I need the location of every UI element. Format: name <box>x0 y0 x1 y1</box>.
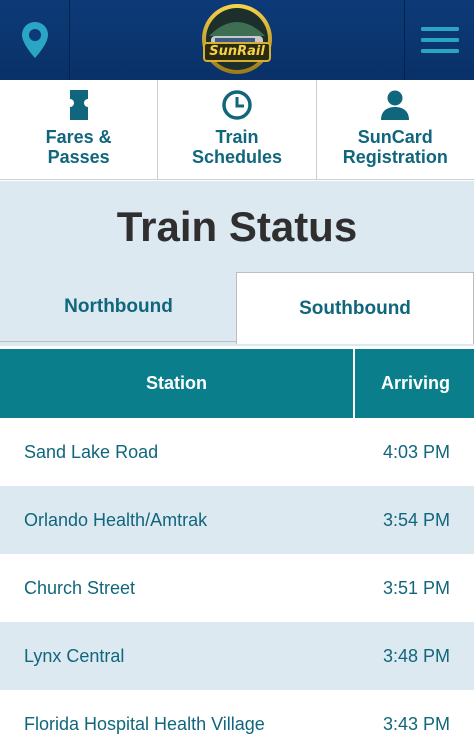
arrival-time: 3:43 PM <box>382 713 450 734</box>
column-header-station: Station <box>0 349 355 418</box>
menu-button[interactable] <box>404 0 474 80</box>
location-pin-icon <box>21 22 48 58</box>
location-button[interactable] <box>0 0 70 80</box>
clock-icon <box>222 90 252 120</box>
sunrail-logo <box>197 2 277 78</box>
train-schedules-link[interactable]: Train Schedules <box>158 80 317 179</box>
suncard-registration-link[interactable]: SunCard Registration <box>317 80 474 179</box>
station-name: Church Street <box>24 577 136 598</box>
nav-label-suncard: SunCard Registration <box>342 127 448 167</box>
table-row[interactable]: Lynx Central 3:48 PM <box>0 622 474 690</box>
arrival-time: 3:54 PM <box>382 509 450 530</box>
station-name: Lynx Central <box>24 645 125 666</box>
table-row[interactable]: Florida Hospital Health Village 3:43 PM <box>0 690 474 743</box>
nav-label-fares: Fares & Passes <box>45 127 112 167</box>
page-title: Train Status <box>116 203 358 250</box>
fares-passes-link[interactable]: Fares & Passes <box>0 80 159 179</box>
column-header-arriving: Arriving <box>380 373 450 393</box>
arrival-time: 3:48 PM <box>382 645 450 666</box>
table-row[interactable]: Orlando Health/Amtrak 3:54 PM <box>0 486 474 554</box>
table-header: Station Arriving <box>0 349 474 418</box>
tab-northbound[interactable]: Northbound <box>0 272 237 342</box>
arrival-time: 4:03 PM <box>382 441 450 462</box>
station-name: Sand Lake Road <box>24 441 159 462</box>
table-row[interactable]: Church Street 3:51 PM <box>0 554 474 622</box>
hamburger-menu-icon <box>420 27 459 53</box>
station-name: Florida Hospital Health Village <box>24 713 265 734</box>
table-row[interactable]: Sand Lake Road 4:03 PM <box>0 418 474 486</box>
arrival-time: 3:51 PM <box>382 577 450 598</box>
station-name: Orlando Health/Amtrak <box>24 509 208 530</box>
ticket-icon <box>69 90 88 120</box>
quick-nav: Fares & Passes Train Schedules SunCard R… <box>0 80 474 180</box>
app-header: SunRail <box>0 0 474 80</box>
tab-southbound[interactable]: Southbound <box>236 272 474 344</box>
logo-text: SunRail <box>203 42 271 62</box>
nav-label-schedules: Train Schedules <box>191 127 282 167</box>
person-icon <box>381 90 410 120</box>
